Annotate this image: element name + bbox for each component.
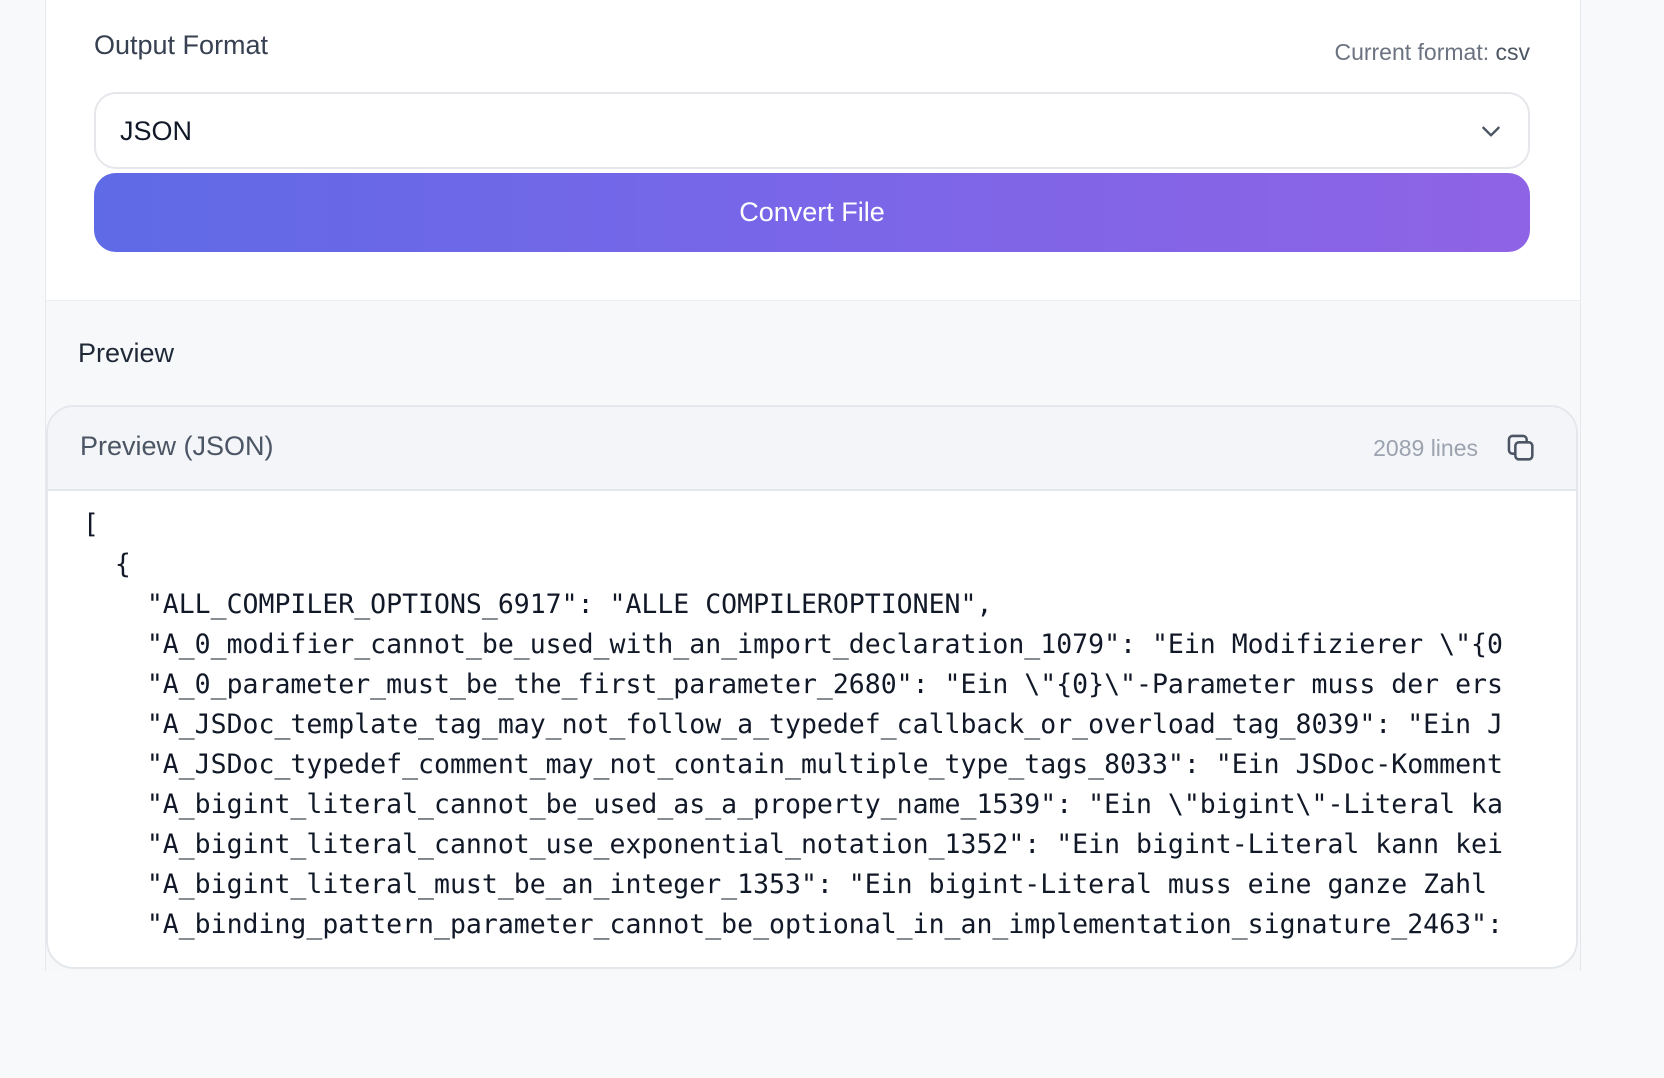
current-format-value: csv	[1495, 39, 1531, 65]
code-line: "A_binding_pattern_parameter_cannot_be_o…	[83, 909, 1503, 940]
code-line: "A_JSDoc_typedef_comment_may_not_contain…	[83, 749, 1503, 780]
code-line: "A_bigint_literal_cannot_use_exponential…	[83, 829, 1503, 860]
line-count: 2089 lines	[1373, 435, 1478, 461]
code-preview[interactable]: [ { "ALL_COMPILER_OPTIONS_6917": "ALLE C…	[83, 505, 1576, 967]
code-line: "A_JSDoc_template_tag_may_not_follow_a_t…	[83, 709, 1503, 740]
current-format-indicator: Current format: csv	[1334, 39, 1530, 66]
code-line: {	[83, 549, 131, 580]
preview-panel-title: Preview (JSON)	[80, 431, 274, 461]
chevron-down-icon	[1482, 126, 1500, 137]
code-line: "A_0_parameter_must_be_the_first_paramet…	[83, 669, 1503, 700]
code-line: "A_bigint_literal_cannot_be_used_as_a_pr…	[83, 789, 1503, 820]
output-format-label: Output Format	[94, 30, 269, 60]
current-format-prefix: Current format:	[1334, 39, 1490, 65]
copy-button[interactable]	[1504, 431, 1538, 465]
convert-file-button[interactable]: Convert File	[94, 173, 1530, 252]
code-line: "A_0_modifier_cannot_be_used_with_an_imp…	[83, 629, 1503, 660]
preview-section-title: Preview	[78, 338, 175, 368]
output-format-select[interactable]: JSON	[94, 92, 1530, 169]
code-line: "A_bigint_literal_must_be_an_integer_135…	[83, 869, 1503, 900]
preview-panel: Preview (JSON) 2089 lines [ { "ALL_COMPI…	[46, 405, 1578, 969]
code-line: [	[83, 509, 99, 540]
preview-section: Preview Preview (JSON) 2089 lines [ { "A…	[45, 300, 1581, 971]
selected-format-value: JSON	[120, 116, 193, 146]
code-line: "ALL_COMPILER_OPTIONS_6917": "ALLE COMPI…	[83, 589, 993, 620]
preview-panel-header: Preview (JSON) 2089 lines	[48, 407, 1576, 491]
copy-icon	[1507, 434, 1534, 461]
